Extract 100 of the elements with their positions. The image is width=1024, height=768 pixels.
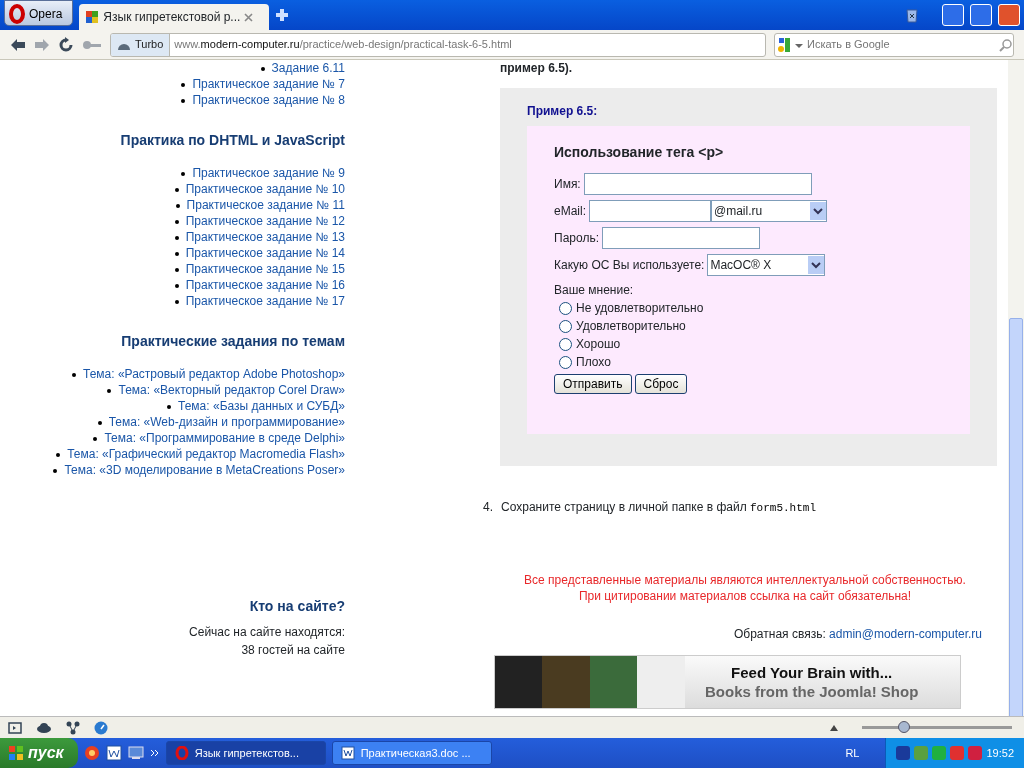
dropdown-value: MacOC® X	[710, 257, 772, 274]
new-tab-icon[interactable]	[275, 8, 290, 22]
taskbar-button[interactable]: Язык гипретекстов...	[165, 741, 326, 765]
opera-menu-button[interactable]: Opera	[4, 0, 74, 26]
field-label: Ваше мнение:	[554, 282, 635, 299]
radio-button[interactable]	[559, 301, 572, 315]
email-field[interactable]	[589, 200, 711, 222]
page-icon	[85, 10, 100, 24]
section-heading: Практические задания по темам	[120, 332, 345, 351]
field-label: eMail:	[554, 203, 586, 220]
sidebar-link[interactable]: Тема: «Растровый редактор Adobe Photoshop»	[82, 367, 345, 381]
close-button[interactable]	[998, 4, 1020, 26]
search-bar[interactable]: Искать в Google	[774, 32, 1014, 57]
sidebar-link[interactable]: Практическое задание № 7	[192, 77, 345, 91]
form-button[interactable]: Отправить	[554, 374, 632, 394]
chevron-down-icon	[810, 202, 826, 220]
desktop-icon[interactable]	[127, 746, 144, 760]
chevron-icon[interactable]	[149, 749, 160, 757]
section-heading: Практика по DHTML и JavaScript	[119, 131, 345, 150]
speedometer-icon[interactable]	[94, 720, 108, 735]
reload-icon[interactable]	[58, 36, 74, 53]
taskbar-button[interactable]: Практическая3.doc ...	[331, 741, 492, 765]
online-text: Сейчас на сайте находятся:	[188, 624, 345, 641]
form-title: Использование тега <p>	[554, 143, 725, 162]
password-field[interactable]	[602, 227, 760, 249]
panel-icon[interactable]	[8, 721, 22, 734]
bullet-icon	[174, 251, 179, 256]
sidebar-link[interactable]: Практическое задание № 17	[185, 294, 345, 308]
up-triangle-icon[interactable]	[830, 724, 838, 731]
sidebar-link[interactable]: Тема: «Программирование в среде Delphi»	[104, 431, 345, 445]
browser-icon[interactable]	[83, 745, 100, 761]
banner-headline: Feed Your Brain with...	[730, 662, 894, 682]
cloud-icon[interactable]	[36, 722, 52, 733]
text-field[interactable]	[583, 173, 812, 195]
url-text: www.modern-computer.ru/practice/web-design/practical-task-6-5.html	[173, 37, 512, 53]
os-dropdown[interactable]: MacOC® X	[707, 254, 826, 276]
dropdown-value: @mail.ru	[714, 203, 763, 220]
form-button[interactable]: Сброс	[634, 374, 688, 394]
radio-button[interactable]	[559, 337, 572, 351]
trash-icon[interactable]	[904, 7, 920, 23]
document-icon[interactable]	[105, 745, 122, 761]
sidebar-link[interactable]: Практическое задание № 9	[192, 166, 345, 180]
bullet-icon	[260, 66, 265, 71]
vertical-scrollbar[interactable]	[1008, 60, 1024, 716]
sidebar-link[interactable]: Практическое задание № 10	[185, 182, 345, 196]
clock-text: 19:52	[986, 745, 1014, 761]
back-arrow-icon[interactable]	[10, 37, 26, 52]
radio-label: Хорошо	[576, 336, 621, 353]
sidebar-link[interactable]: Тема: «Web-дизайн и программирование»	[108, 415, 345, 429]
email-link[interactable]: admin@modern-computer.ru	[829, 626, 982, 641]
bullet-icon	[174, 235, 179, 240]
minimize-button[interactable]	[942, 4, 964, 26]
article-text: пример 6.5).	[500, 60, 574, 76]
ad-banner[interactable]: Feed Your Brain with... Books from the Joomla! Shop	[494, 654, 961, 709]
bullet-icon	[181, 82, 186, 87]
turbo-button[interactable]: Turbo	[111, 33, 171, 56]
language-indicator[interactable]: RL	[845, 744, 860, 762]
sidebar-link[interactable]: Тема: «3D моделирование в MetaCreations Poser»	[64, 463, 345, 477]
sidebar-link[interactable]: Практическое задание № 14	[185, 246, 345, 260]
bullet-icon	[71, 372, 76, 377]
sidebar-link[interactable]: Практическое задание № 15	[185, 262, 345, 276]
bullet-icon	[181, 171, 186, 176]
step-text: Сохраните страницу в личной папке в файл form5.html	[501, 499, 817, 516]
address-field[interactable]: Turbo www.modern-computer.ru/practice/web-design/practical-task-6-5.html	[110, 32, 766, 57]
radio-label: Не удовлетворительно	[576, 300, 704, 317]
domain-dropdown[interactable]: @mail.ru	[711, 200, 827, 222]
share-icon[interactable]	[66, 720, 80, 735]
banner-subline: Books from the Joomla! Shop	[705, 681, 919, 701]
sidebar-link[interactable]: Тема: «Векторный редактор Corel Draw»	[118, 383, 345, 397]
field-label: Какую ОС Вы используете:	[554, 257, 705, 274]
sidebar-link[interactable]: Практическое задание № 16	[185, 278, 345, 292]
sidebar-link[interactable]: Тема: «Графический редактор Macromedia Flash»	[67, 447, 345, 461]
start-button[interactable]: пуск	[0, 738, 78, 768]
windows-logo-icon	[8, 745, 24, 761]
chevron-down-icon	[808, 256, 825, 274]
online-text: 38 гостей на сайте	[240, 642, 345, 659]
bullet-icon	[175, 203, 180, 208]
sidebar-link[interactable]: Практическое задание № 11	[186, 198, 345, 212]
notice-text: При цитировании материалов ссылка на сайт обязательна!	[577, 587, 913, 604]
bullet-icon	[93, 436, 98, 441]
radio-button[interactable]	[559, 319, 572, 333]
sidebar-link[interactable]: Практическое задание № 8	[192, 93, 345, 107]
bullet-icon	[174, 283, 179, 288]
browser-tab[interactable]: Язык гипретекстовой р...	[79, 4, 270, 30]
sidebar-link[interactable]: Тема: «Базы данных и СУБД»	[178, 399, 345, 413]
step-number: 4.	[483, 499, 493, 516]
restore-button[interactable]	[970, 4, 992, 26]
sidebar-link[interactable]: Задание 6.11	[271, 61, 345, 75]
bullet-icon	[53, 468, 58, 473]
close-icon[interactable]	[244, 12, 254, 22]
tab-title: Язык гипретекстовой р...	[103, 9, 241, 26]
sidebar-link[interactable]: Практическое задание № 12	[185, 214, 345, 228]
sidebar-link[interactable]: Практическое задание № 13	[185, 230, 345, 244]
radio-button[interactable]	[559, 355, 572, 369]
field-label: Пароль:	[554, 230, 599, 247]
bullet-icon	[174, 219, 179, 224]
search-icon[interactable]	[999, 37, 1013, 52]
radio-label: Удовлетворительно	[576, 318, 686, 335]
bullet-icon	[97, 420, 102, 425]
zoom-slider-thumb[interactable]	[898, 721, 910, 733]
